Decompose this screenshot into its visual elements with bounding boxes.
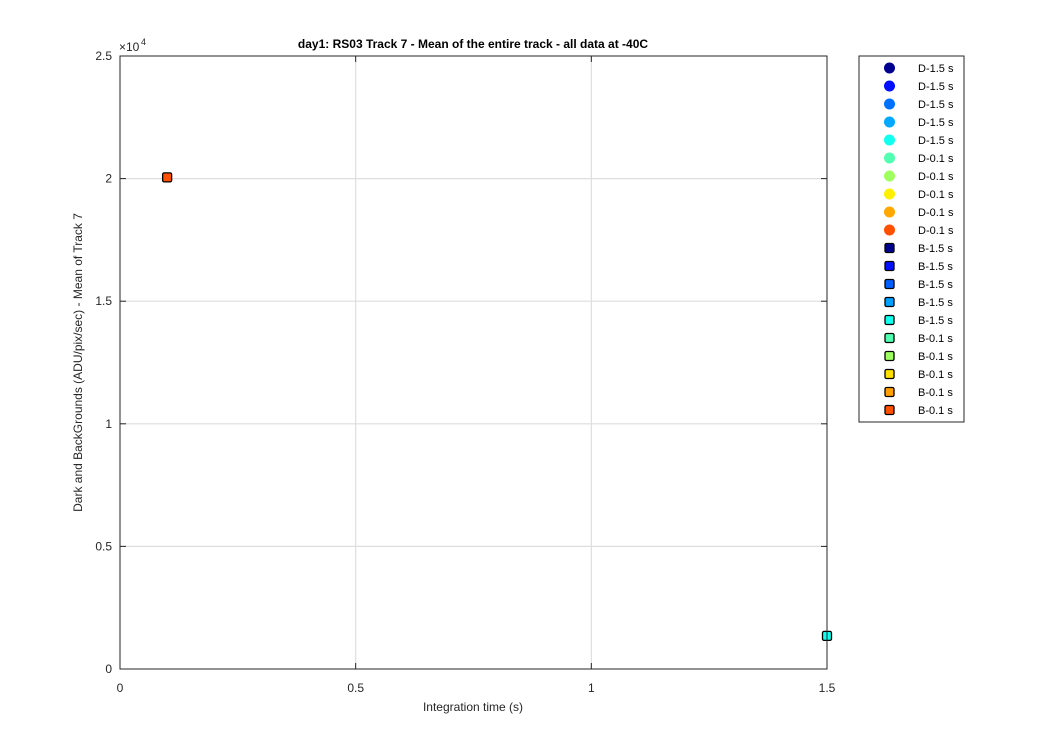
legend-label: D-0.1 s: [918, 189, 954, 201]
legend-label: B-1.5 s: [918, 297, 953, 309]
y-tick-label: 1.5: [95, 294, 112, 308]
chart-title: day1: RS03 Track 7 - Mean of the entire …: [298, 37, 648, 51]
legend-circle-marker: [884, 152, 895, 164]
y-exponent-power: 4: [141, 37, 146, 47]
x-axis-label: Integration time (s): [423, 700, 523, 714]
legend-label: B-1.5 s: [918, 279, 953, 291]
legend-circle-marker: [884, 80, 895, 92]
legend-square-marker: [884, 296, 895, 308]
legend-circle-marker: [884, 116, 895, 128]
x-tick-label: 0: [117, 681, 124, 695]
legend-label: D-1.5 s: [918, 135, 954, 147]
legend-square-marker: [884, 386, 895, 398]
legend-circle-marker: [884, 188, 895, 200]
y-tick-label: 0.5: [95, 539, 112, 553]
legend-circle-marker: [884, 206, 895, 218]
legend-square-marker: [884, 332, 895, 344]
legend-label: B-0.1 s: [918, 351, 953, 363]
legend-label: B-0.1 s: [918, 369, 953, 381]
legend-circle-marker: [884, 224, 895, 236]
y-tick-label: 1: [105, 417, 112, 431]
data-point: [161, 172, 173, 183]
y-tick-label: 0: [105, 662, 112, 676]
legend-label: D-1.5 s: [918, 99, 954, 111]
legend-circle-marker: [884, 98, 895, 110]
x-tick-label: 1: [588, 681, 595, 695]
legend-label: D-0.1 s: [918, 225, 954, 237]
legend-label: B-0.1 s: [918, 387, 953, 399]
legend-label: D-0.1 s: [918, 171, 954, 183]
legend-circle-marker: [884, 134, 895, 146]
legend-circle-marker: [884, 170, 895, 182]
legend-label: B-0.1 s: [918, 333, 953, 345]
x-tick-label: 1.5: [819, 681, 836, 695]
legend-square-marker: [884, 368, 895, 380]
legend-label: D-1.5 s: [918, 63, 954, 75]
plot-area: [120, 56, 827, 669]
legend-circle-marker: [884, 62, 895, 74]
legend-label: D-1.5 s: [918, 117, 954, 129]
legend-label: B-1.5 s: [918, 261, 953, 273]
legend-label: D-1.5 s: [918, 81, 954, 93]
legend-label: B-1.5 s: [918, 315, 953, 327]
legend-square-marker: [884, 260, 895, 272]
legend: D-1.5 s D-1.5 s D-1.5 s D-1.5 s D-1.5 s D-0.1…: [858, 55, 965, 423]
legend-label: B-0.1 s: [918, 405, 953, 417]
x-tick-label: 0.5: [347, 681, 364, 695]
y-tick-label: 2.5: [95, 49, 112, 63]
legend-square-marker: [884, 314, 895, 326]
scatter-chart: day1: RS03 Track 7 - Mean of the entire …: [71, 37, 965, 714]
legend-label: D-0.1 s: [918, 153, 954, 165]
y-exponent-multiplier: ×10: [119, 40, 140, 54]
legend-label: D-0.1 s: [918, 207, 954, 219]
legend-square-marker: [884, 350, 895, 362]
legend-square-marker: [884, 404, 895, 416]
y-axis-label: Dark and BackGrounds (ADU/pix/sec) - Mea…: [71, 213, 85, 512]
legend-label: B-1.5 s: [918, 243, 953, 255]
y-tick-label: 2: [105, 172, 112, 186]
legend-square-marker: [884, 278, 895, 290]
legend-square-marker: [884, 242, 895, 254]
